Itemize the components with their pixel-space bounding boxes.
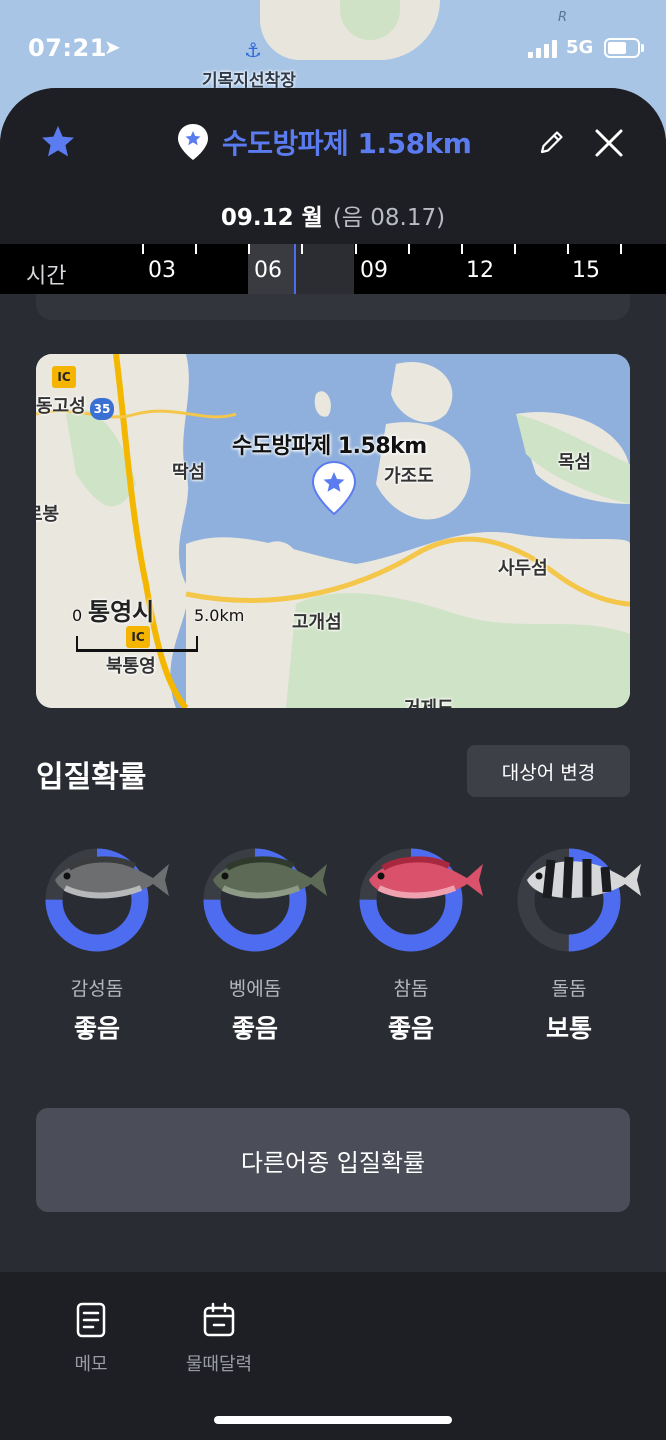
timeline-hour[interactable]: 06 bbox=[254, 258, 282, 283]
edit-pencil-icon[interactable] bbox=[538, 128, 566, 156]
probability-ring bbox=[203, 848, 327, 952]
section-title: 입질확률 bbox=[36, 760, 147, 795]
timeline-hour[interactable]: 12 bbox=[466, 258, 494, 283]
battery-tip bbox=[641, 44, 644, 52]
timeline-selected-window-shade bbox=[296, 244, 354, 294]
collapsed-card bbox=[36, 294, 630, 320]
probability-ring bbox=[517, 848, 641, 952]
black-seabream-icon bbox=[55, 856, 169, 899]
fish-item[interactable]: 돌돔 보통 bbox=[494, 848, 644, 1045]
map-marker-icon[interactable] bbox=[310, 460, 358, 516]
fish-name: 참돔 bbox=[393, 978, 429, 1000]
timeline-hour[interactable]: 09 bbox=[360, 258, 388, 283]
map-place-label: 사두섬 bbox=[498, 558, 548, 579]
probability-ring bbox=[359, 848, 483, 952]
battery-icon bbox=[604, 38, 640, 58]
status-time: 07:21 bbox=[28, 34, 107, 62]
timeline-tick bbox=[567, 244, 569, 254]
spot-title-group: 수도방파제 1.58km bbox=[176, 122, 472, 162]
fish-item[interactable]: 벵에돔 좋음 bbox=[180, 848, 330, 1045]
lunar-date: (음 08.17) bbox=[332, 205, 446, 231]
timeline-tick bbox=[620, 244, 622, 254]
timeline-label: 시간 bbox=[26, 264, 67, 289]
status-bar: 07:21 ➤ 5G bbox=[0, 0, 666, 96]
sheet-header: 수도방파제 1.58km 09.12 월 (음 08.17) 시간 03 06 0… bbox=[0, 88, 666, 294]
location-arrow-icon: ➤ bbox=[104, 35, 121, 59]
date-row: 09.12 월 (음 08.17) bbox=[0, 198, 666, 232]
map-place-label: 북통영 bbox=[106, 656, 156, 677]
timeline-hour[interactable]: 03 bbox=[148, 258, 176, 283]
network-type: 5G bbox=[566, 37, 594, 58]
bottom-tab-bar: 메모 물때달력 bbox=[0, 1272, 666, 1440]
fish-rating: 보통 bbox=[545, 1014, 592, 1043]
tab-tide-calendar[interactable]: 물때달력 bbox=[164, 1302, 274, 1376]
timeline-tick bbox=[248, 244, 250, 254]
ic-badge: IC bbox=[52, 366, 76, 388]
fish-rating: 좋음 bbox=[73, 1014, 120, 1043]
map-place-label: 거제도 bbox=[404, 694, 454, 708]
signal-icon bbox=[528, 40, 560, 58]
timeline-tick bbox=[142, 244, 144, 254]
solar-date: 09.12 월 bbox=[220, 205, 323, 231]
fish-rating: 좋음 bbox=[231, 1014, 278, 1043]
map-place-label: 고개섬 bbox=[292, 612, 342, 633]
fish-name: 벵에돔 bbox=[228, 978, 282, 1000]
fish-name: 감성돔 bbox=[70, 978, 124, 1000]
timeline-tick bbox=[355, 244, 357, 254]
map-pin-label: 수도방파제 1.58km bbox=[232, 434, 427, 459]
location-pin-icon bbox=[178, 124, 208, 160]
tab-memo[interactable]: 메모 bbox=[36, 1302, 146, 1376]
opaleye-icon bbox=[213, 856, 327, 899]
map-place-label: 로봉 bbox=[36, 504, 60, 525]
map-scale-bar bbox=[76, 636, 198, 652]
timeline-tick bbox=[514, 244, 516, 254]
calendar-icon bbox=[203, 1302, 235, 1337]
timeline-hour[interactable]: 15 bbox=[572, 258, 600, 283]
highway-badge: 35 bbox=[90, 398, 114, 420]
spot-map[interactable]: IC IC 동고성 35 딱섬 가조도 목섬 사두섬 고개섬 통영시 북통영 거… bbox=[36, 354, 630, 708]
scale-min: 0 bbox=[72, 606, 83, 625]
memo-icon bbox=[76, 1302, 106, 1338]
change-target-fish-button[interactable]: 대상어 변경 bbox=[467, 745, 630, 797]
home-indicator bbox=[214, 1416, 452, 1424]
timeline-tick bbox=[195, 244, 197, 254]
spot-title: 수도방파제 1.58km bbox=[222, 127, 472, 160]
fish-name: 돌돔 bbox=[551, 978, 587, 1000]
other-fish-probability-button[interactable]: 다른어종 입질확률 bbox=[36, 1108, 630, 1212]
tab-label: 메모 bbox=[74, 1354, 108, 1375]
fish-item[interactable]: 감성돔 좋음 bbox=[22, 848, 172, 1045]
tab-label: 물때달력 bbox=[185, 1354, 253, 1375]
fish-rating: 좋음 bbox=[387, 1014, 434, 1043]
timeline-cursor[interactable] bbox=[294, 244, 296, 294]
scale-max: 5.0km bbox=[194, 606, 245, 625]
probability-ring bbox=[45, 848, 169, 952]
close-icon[interactable] bbox=[592, 126, 626, 160]
map-place-label: 딱섬 bbox=[172, 462, 206, 483]
timeline-tick bbox=[301, 244, 303, 254]
fish-probability-list: 감성돔 좋음 벵에돔 좋음 참돔 좋음 돌돔 보통 bbox=[0, 848, 666, 1048]
map-place-label: 목섬 bbox=[558, 452, 592, 473]
red-seabream-icon bbox=[369, 856, 483, 899]
striped-beakfish-icon bbox=[527, 856, 641, 899]
spot-sheet: 수도방파제 1.58km 09.12 월 (음 08.17) 시간 03 06 0… bbox=[0, 88, 666, 1440]
map-place-label: 동고성 bbox=[36, 396, 86, 417]
timeline-tick bbox=[461, 244, 463, 254]
map-place-label: 가조도 bbox=[384, 466, 434, 487]
favorite-star-icon[interactable] bbox=[40, 124, 76, 160]
fish-item[interactable]: 참돔 좋음 bbox=[336, 848, 486, 1045]
timeline-tick bbox=[408, 244, 410, 254]
map-city-label: 통영시 bbox=[88, 598, 155, 626]
hour-timeline[interactable]: 시간 03 06 09 12 15 bbox=[0, 244, 666, 294]
